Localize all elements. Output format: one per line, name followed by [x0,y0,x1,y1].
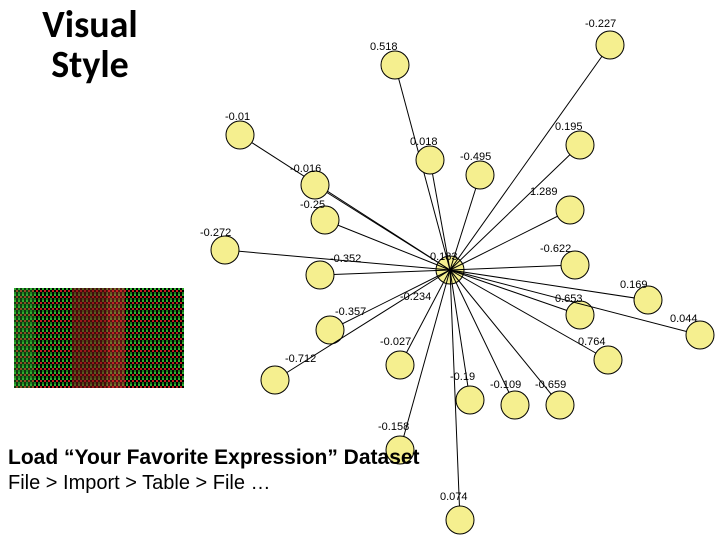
edge-label: 0.169 [620,279,648,291]
edge-label: -0.109 [490,379,521,391]
outer-node [456,386,484,414]
edge-label: -0.01 [225,111,250,123]
outer-node [556,196,584,224]
outer-node [466,161,494,189]
edge-label: -0.272 [200,227,231,239]
outer-node [306,261,334,289]
edge-label: -0.158 [378,421,409,433]
edge-label: -0.016 [290,163,321,175]
edge-label: 0.018 [410,136,438,148]
outer-node [596,31,624,59]
edge-label: 0.764 [578,336,606,348]
edge-label: 0.074 [440,491,468,503]
outer-node [416,146,444,174]
edge-label: -0.712 [285,353,316,365]
outer-node [446,506,474,534]
edge-label: -0.234 [400,291,431,303]
outer-node [226,121,254,149]
edge-label: -0.357 [335,306,366,318]
outer-node [566,131,594,159]
outer-node [301,171,329,199]
edge-label: 0.044 [670,313,698,325]
hub-label: 0.183 [430,251,458,263]
footer-instructions: Load “Your Favorite Expression” Dataset … [8,445,428,495]
footer-path: File > Import > Table > File … [8,472,428,495]
edge-label: -0.352 [330,253,361,265]
edge-label: 1.289 [530,186,558,198]
outer-node [546,391,574,419]
outer-node [211,236,239,264]
edge-label: -0.227 [585,18,616,30]
outer-node [566,301,594,329]
edge-label: -0.495 [460,151,491,163]
edge-label: -0.622 [540,243,571,255]
outer-node [261,366,289,394]
outer-node [686,321,714,349]
outer-node [501,391,529,419]
edge-label: 0.195 [555,121,583,133]
edge-label: -0.659 [535,379,566,391]
edge-label: -0.25 [300,199,325,211]
outer-node [594,346,622,374]
outer-node [561,251,589,279]
outer-node [381,51,409,79]
edge-label: -0.027 [380,336,411,348]
edge-label: 0.518 [370,41,398,53]
footer-heading: Load “Your Favorite Expression” Dataset [8,445,428,470]
outer-node [386,351,414,379]
